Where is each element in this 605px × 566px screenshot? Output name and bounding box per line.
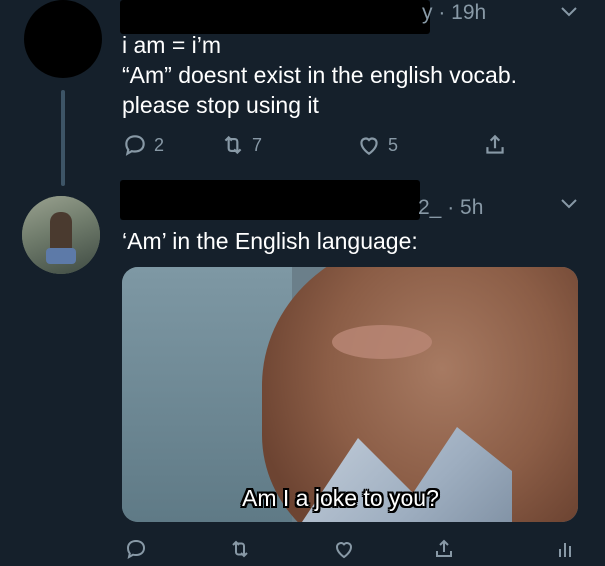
chevron-down-icon[interactable] (560, 194, 578, 215)
reply-count: 2 (154, 134, 165, 155)
reply-icon (126, 539, 146, 559)
share-button[interactable] (482, 132, 508, 158)
chevron-down-icon[interactable] (560, 2, 578, 23)
retweet-count: 7 (252, 134, 263, 155)
reply-button[interactable] (124, 537, 148, 566)
stats-icon (559, 543, 571, 557)
timestamp[interactable]: · 5h (447, 196, 483, 219)
redacted-name (120, 0, 430, 34)
tweet-text-line: please stop using it (122, 92, 319, 118)
image-caption: Am I a joke to you? (242, 485, 439, 511)
thread-line (61, 90, 65, 186)
tweet-meta: y · 19h (422, 1, 486, 25)
handle-tail: 2_ (418, 196, 442, 219)
redacted-name (120, 180, 420, 220)
retweet-icon (232, 540, 248, 558)
tweet-meta: 2_ · 5h (418, 196, 483, 220)
tweet-text-line: i am = i’m (122, 32, 222, 58)
heart-icon (360, 137, 378, 155)
tweet-actions (120, 537, 590, 565)
retweet-button[interactable] (228, 537, 252, 566)
retweet-icon (224, 135, 242, 155)
tweet-text-line: “Am” doesnt exist in the english vocab. (122, 62, 518, 88)
avatar[interactable] (22, 196, 100, 274)
tweet-text: ‘Am’ in the English language: (122, 228, 418, 254)
timestamp[interactable]: · 19h (438, 1, 486, 24)
tweet-image[interactable]: Am I a joke to you? (122, 267, 578, 522)
avatar[interactable] (24, 0, 102, 78)
like-button[interactable] (332, 537, 356, 566)
share-icon (436, 539, 452, 557)
like-count: 5 (388, 134, 399, 155)
reply-icon (125, 135, 145, 156)
reply-button[interactable]: 2 (122, 132, 164, 158)
retweet-button[interactable]: 7 (220, 132, 262, 158)
heart-icon (335, 542, 353, 559)
share-icon (486, 134, 504, 154)
like-button[interactable]: 5 (356, 132, 398, 158)
share-button[interactable] (432, 537, 456, 566)
tweet-actions: 2 7 5 (120, 132, 560, 164)
handle-tail: y (422, 1, 433, 24)
stats-button[interactable] (554, 537, 578, 566)
tweet-text: i am = i’m “Am” doesnt exist in the engl… (122, 30, 592, 120)
